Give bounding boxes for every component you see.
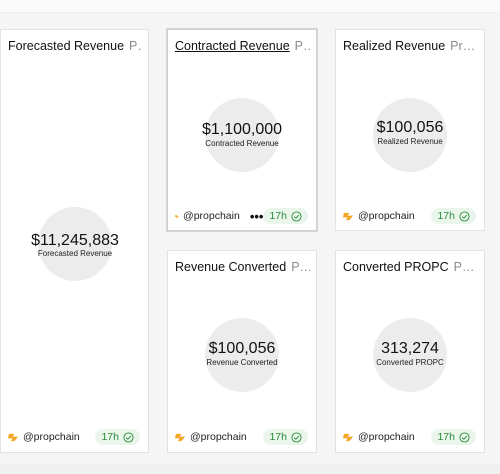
author-handle[interactable]: @propchain — [358, 431, 415, 443]
card-title[interactable]: Converted PROPC — [343, 260, 449, 278]
age-badge: 17h — [95, 429, 140, 445]
chain-icon — [175, 214, 179, 218]
card-revenue-converted[interactable]: Revenue Converted Prop... $100,056 Reven… — [167, 250, 317, 453]
check-circle-icon — [123, 431, 134, 443]
age-badge: 17h — [263, 429, 308, 445]
card-subtitle: Prop... — [129, 39, 142, 53]
age-text: 17h — [101, 431, 119, 443]
metric-label: Forecasted Revenue — [37, 249, 113, 258]
card-subtitle: Propc... — [453, 260, 478, 274]
metric-label: Contracted Revenue — [205, 139, 279, 148]
card-forecasted-revenue[interactable]: Forecasted Revenue Prop... $11,245,883 F… — [0, 29, 149, 453]
metric-value: $100,056 — [376, 119, 444, 136]
card-title[interactable]: Realized Revenue — [343, 39, 445, 57]
metric-label: Converted PROPC — [376, 358, 444, 367]
author-handle[interactable]: @propchain — [183, 210, 240, 222]
age-text: 17h — [437, 431, 455, 443]
metric-value: $1,100,000 — [201, 121, 283, 138]
card-title[interactable]: Forecasted Revenue — [8, 39, 124, 57]
author-handle[interactable]: @propchain — [190, 431, 247, 443]
card-header: Forecasted Revenue Prop... — [8, 39, 142, 57]
age-text: 17h — [269, 431, 287, 443]
card-subtitle: Propc... — [450, 39, 478, 53]
metric-label: Realized Revenue — [377, 137, 443, 146]
check-circle-icon — [459, 210, 470, 222]
card-footer: @propchain 17h — [343, 207, 476, 225]
card-title[interactable]: Contracted Revenue — [175, 39, 290, 57]
more-icon[interactable]: ••• — [250, 209, 264, 224]
author-handle[interactable]: @propchain — [23, 431, 80, 443]
metric-value: $100,056 — [208, 340, 276, 357]
card-title[interactable]: Revenue Converted — [175, 260, 286, 278]
bottom-bar — [0, 464, 500, 474]
card-header: Contracted Revenue Pro... — [175, 39, 310, 57]
age-text: 17h — [437, 210, 455, 222]
card-footer: @propchain 17h — [8, 428, 140, 446]
check-circle-icon — [291, 210, 302, 222]
chain-icon — [175, 433, 186, 441]
card-footer: @propchain 17h — [343, 428, 476, 446]
card-header: Converted PROPC Propc... — [343, 260, 478, 278]
card-header: Revenue Converted Prop... — [175, 260, 310, 278]
card-converted-propc[interactable]: Converted PROPC Propc... 313,274 Convert… — [335, 250, 485, 453]
author-handle[interactable]: @propchain — [358, 210, 415, 222]
card-subtitle: Prop... — [291, 260, 310, 274]
card-realized-revenue[interactable]: Realized Revenue Propc... $100,056 Reali… — [335, 29, 485, 231]
age-badge: 17h — [431, 429, 476, 445]
chain-icon — [343, 433, 354, 441]
age-badge: 17h — [263, 208, 308, 224]
metric-label: Revenue Converted — [206, 358, 278, 367]
chain-icon — [8, 433, 19, 441]
card-contracted-revenue[interactable]: Contracted Revenue Pro... $1,100,000 Con… — [167, 29, 317, 231]
card-subtitle: Pro... — [294, 39, 310, 53]
age-text: 17h — [269, 210, 287, 222]
metric-value: 313,274 — [381, 340, 439, 357]
card-header: Realized Revenue Propc... — [343, 39, 478, 57]
card-footer: @propchain ••• 17h — [175, 207, 308, 225]
check-circle-icon — [459, 431, 470, 443]
card-footer: @propchain 17h — [175, 428, 308, 446]
check-circle-icon — [291, 431, 302, 443]
chain-icon — [343, 212, 354, 220]
metric-value: $11,245,883 — [31, 232, 119, 249]
top-bar — [0, 0, 500, 13]
age-badge: 17h — [431, 208, 476, 224]
